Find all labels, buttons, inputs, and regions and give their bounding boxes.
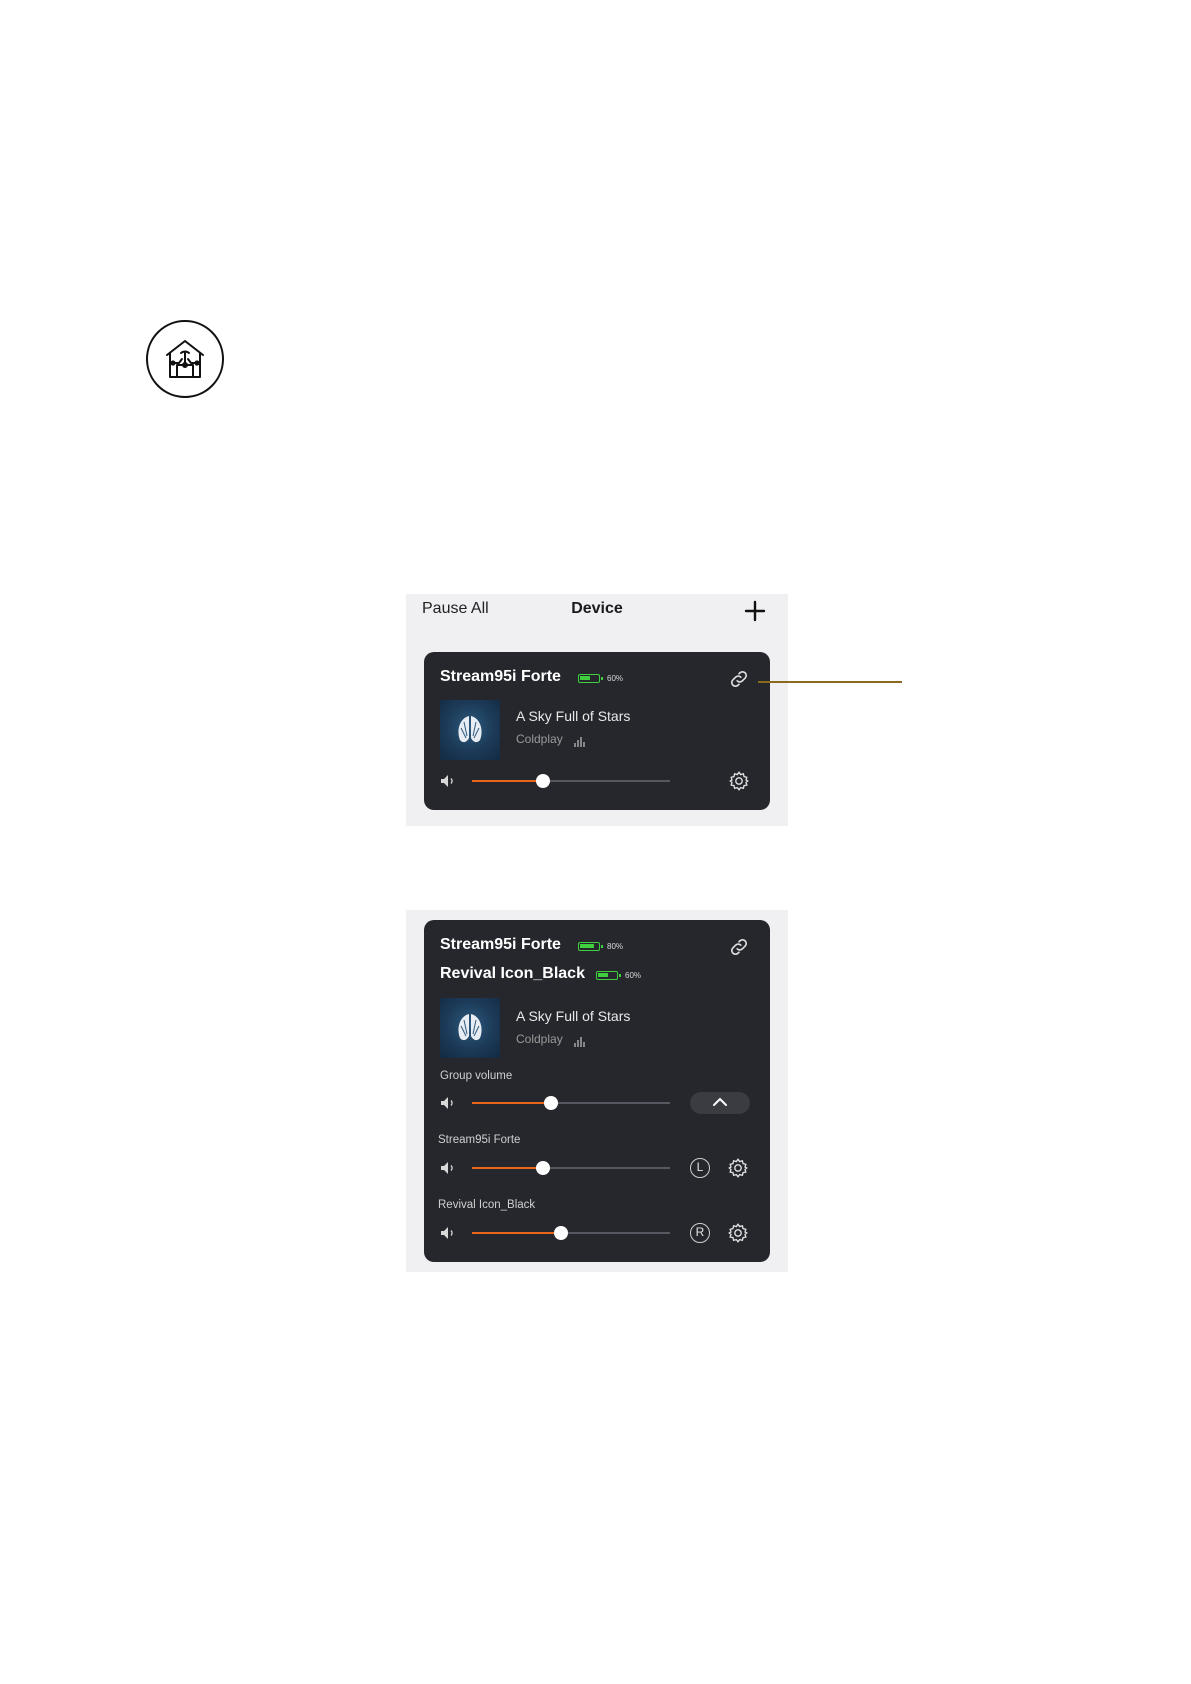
battery-percent: 60% [607, 674, 624, 683]
group-volume-knob[interactable] [544, 1096, 558, 1110]
song-title: A Sky Full of Stars [516, 708, 631, 724]
battery-icon [578, 674, 603, 683]
artist-name: Coldplay [516, 732, 563, 746]
right-channel-badge[interactable]: R [690, 1223, 710, 1243]
device-screen-grouped: Stream95i Forte 80% Revival Icon_Black 6… [406, 910, 788, 1272]
gear-icon[interactable] [727, 1157, 749, 1179]
page-title: Device [571, 600, 623, 617]
battery-percent: 80% [607, 942, 624, 951]
group-volume-label: Group volume [440, 1070, 513, 1082]
chevron-up-icon [713, 1097, 727, 1106]
artist-name: Coldplay [516, 1032, 563, 1046]
volume-fill [472, 780, 543, 782]
speaker-icon[interactable] [440, 1226, 458, 1240]
link-icon[interactable] [728, 936, 750, 958]
callout-line [758, 681, 902, 683]
device-name: Stream95i Forte [440, 668, 561, 685]
channel-label: Stream95i Forte [438, 1134, 521, 1146]
device-name: Revival Icon_Black [440, 965, 585, 982]
battery-percent: 60% [625, 971, 642, 980]
device-name: Stream95i Forte [440, 936, 561, 953]
channel-volume-knob[interactable] [536, 1161, 550, 1175]
channel-volume-fill [472, 1232, 561, 1234]
speaker-icon[interactable] [440, 774, 458, 788]
device-card[interactable]: Stream95i Forte 60% A Sky Full of Stars … [424, 652, 770, 810]
equalizer-bars-icon [574, 734, 586, 747]
link-icon[interactable] [728, 668, 750, 690]
album-art [440, 700, 500, 760]
speaker-icon[interactable] [440, 1161, 458, 1175]
volume-slider-knob[interactable] [536, 774, 550, 788]
left-channel-badge[interactable]: L [690, 1158, 710, 1178]
battery-icon [578, 942, 603, 951]
plus-icon[interactable] [743, 599, 767, 623]
group-volume-fill [472, 1102, 551, 1104]
device-screen-single: Pause All Device Stream95i Forte 60% A S… [406, 594, 788, 826]
home-music-logo-icon [146, 320, 224, 398]
channel-volume-knob[interactable] [554, 1226, 568, 1240]
collapse-button[interactable] [690, 1092, 750, 1114]
group-device-card[interactable]: Stream95i Forte 80% Revival Icon_Black 6… [424, 920, 770, 1262]
speaker-icon[interactable] [440, 1096, 458, 1110]
gear-icon[interactable] [727, 1222, 749, 1244]
battery-icon [596, 971, 621, 980]
song-title: A Sky Full of Stars [516, 1008, 631, 1024]
channel-label: Revival Icon_Black [438, 1199, 536, 1211]
album-art [440, 998, 500, 1058]
channel-volume-fill [472, 1167, 543, 1169]
equalizer-bars-icon [574, 1034, 586, 1047]
gear-icon[interactable] [728, 770, 750, 792]
